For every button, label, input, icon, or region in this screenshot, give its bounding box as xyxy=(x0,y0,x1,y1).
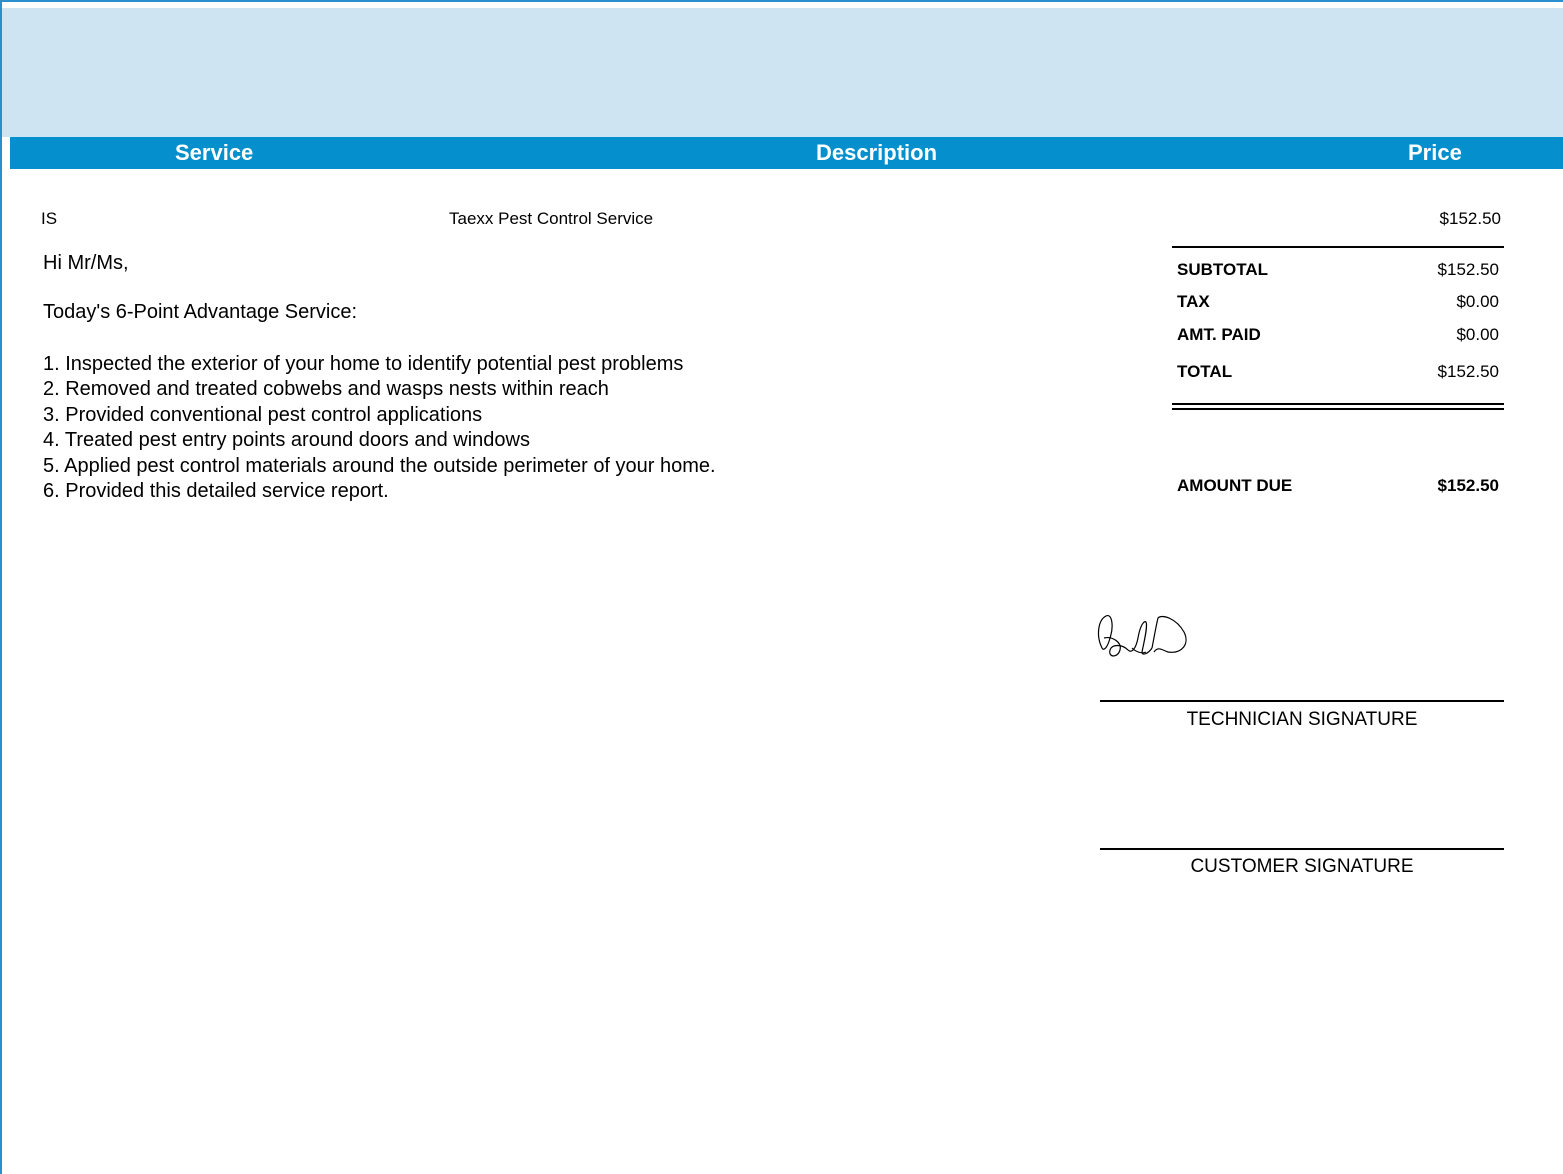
subtotal-label: SUBTOTAL xyxy=(1177,260,1268,279)
tax-value: $0.00 xyxy=(1456,292,1499,311)
top-band-edge xyxy=(2,8,10,137)
total-label: TOTAL xyxy=(1177,362,1233,381)
customer-signature-caption: CUSTOMER SIGNATURE xyxy=(1190,856,1414,877)
line-item-price: $152.50 xyxy=(1439,209,1501,228)
list-item: 5. Applied pest control materials around… xyxy=(43,454,716,477)
subtotal-value: $152.50 xyxy=(1437,260,1499,279)
tax-label: TAX xyxy=(1177,292,1210,311)
description-column-header: Description xyxy=(816,140,938,165)
customer-signature-line xyxy=(1100,848,1504,850)
greeting: Hi Mr/Ms, xyxy=(43,252,129,274)
technician-signature-caption: TECHNICIAN SIGNATURE xyxy=(1186,709,1418,730)
list-item: 3. Provided conventional pest control ap… xyxy=(43,403,483,426)
list-item: 4. Treated pest entry points around door… xyxy=(43,429,530,452)
table-header: Service Description Price xyxy=(10,137,1563,169)
list-item: 2. Removed and treated cobwebs and wasps… xyxy=(43,378,609,401)
service-intro: Today's 6-Point Advantage Service: xyxy=(43,301,358,323)
amt-paid-label: AMT. PAID xyxy=(1177,325,1261,344)
technician-signature-line xyxy=(1100,700,1504,702)
price-column-header: Price xyxy=(1408,140,1462,165)
list-item: 6. Provided this detailed service report… xyxy=(43,480,389,503)
totals-top-rule xyxy=(1172,246,1504,248)
totals-double-rule-bottom xyxy=(1172,408,1504,410)
amount-due-value: $152.50 xyxy=(1437,476,1499,495)
service-points-list: 1. Inspected the exterior of your home t… xyxy=(43,352,716,504)
top-band xyxy=(10,8,1563,137)
total-value: $152.50 xyxy=(1437,362,1499,381)
amount-due-label: AMOUNT DUE xyxy=(1177,476,1293,495)
line-item-service: IS xyxy=(41,209,58,228)
line-item-description: Taexx Pest Control Service xyxy=(449,209,654,228)
totals-double-rule-top xyxy=(1172,403,1504,405)
service-column-header: Service xyxy=(175,140,254,165)
list-item: 1. Inspected the exterior of your home t… xyxy=(43,353,684,375)
amt-paid-value: $0.00 xyxy=(1456,325,1499,344)
invoice-page: Service Description Price IS Taexx Pest … xyxy=(0,0,1563,1174)
technician-signature-image xyxy=(1097,614,1187,657)
